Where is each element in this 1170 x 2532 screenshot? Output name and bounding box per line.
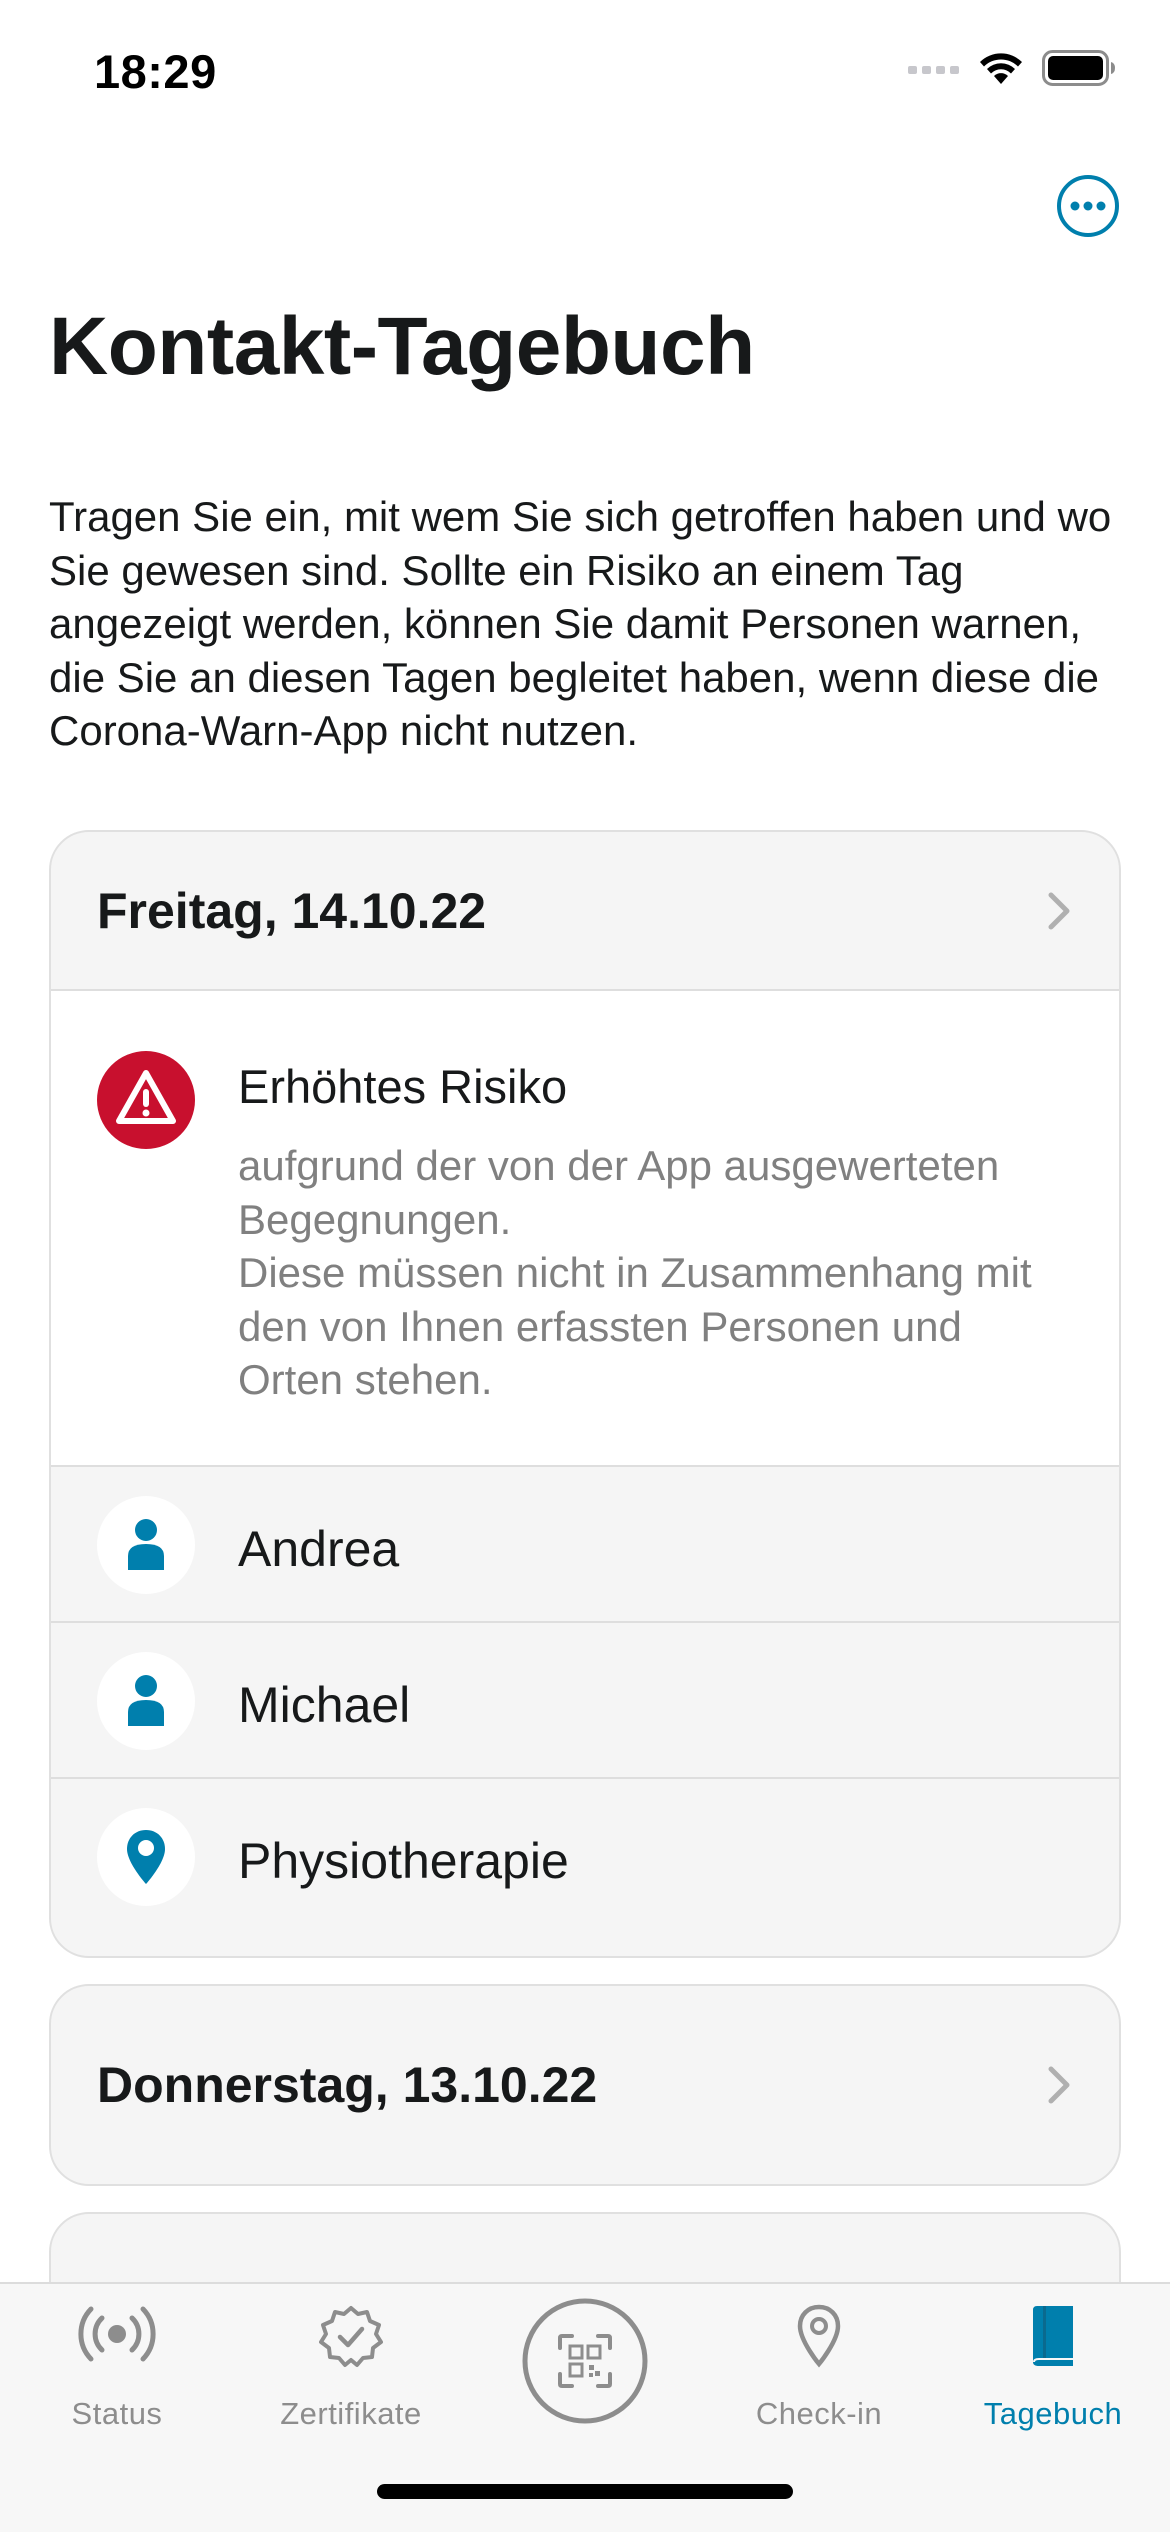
ellipsis-circle-icon xyxy=(1057,175,1119,237)
day-header[interactable]: Freitag, 14.10.22 xyxy=(51,832,1119,989)
tab-label: Zertifikate xyxy=(280,2396,422,2431)
location-pin-icon xyxy=(97,1808,195,1906)
tab-zertifikate[interactable]: Zertifikate xyxy=(234,2284,468,2454)
scan-qr-button[interactable] xyxy=(522,2298,648,2424)
person-icon xyxy=(97,1652,195,1750)
entry-label: Physiotherapie xyxy=(238,1833,569,1889)
risk-section: Erhöhtes Risiko aufgrund der von der App… xyxy=(51,989,1119,1467)
risk-title: Erhöhtes Risiko xyxy=(238,1060,568,1113)
more-options-button[interactable] xyxy=(1056,174,1120,238)
day-header[interactable]: Donnerstag, 13.10.22 xyxy=(51,1986,1119,2184)
risk-description: aufgrund der von der App ausgewerteten B… xyxy=(238,1139,1068,1407)
qr-scan-icon xyxy=(522,2298,648,2424)
day-date: Donnerstag, 13.10.22 xyxy=(97,2057,598,2113)
entry-label: Michael xyxy=(238,1677,411,1733)
chevron-right-icon xyxy=(1048,2066,1070,2104)
risk-description-text: aufgrund der von der App ausgewerteten B… xyxy=(238,1142,1032,1403)
status-time: 18:29 xyxy=(94,45,217,98)
day-card: Donnerstag, 13.10.22 xyxy=(49,1984,1121,2186)
day-card: Freitag, 14.10.22 Erhöhtes Risiko aufgru… xyxy=(49,830,1121,1958)
certificate-icon xyxy=(319,2306,383,2367)
diary-icon xyxy=(1033,2306,1073,2366)
intro-text: Tragen Sie ein, mit wem Sie sich getroff… xyxy=(49,493,1112,754)
location-pin-icon xyxy=(797,2304,841,2368)
list-item[interactable]: Physiotherapie xyxy=(51,1779,1119,1949)
tab-label: Status xyxy=(71,2396,163,2431)
status-bar: 18:29 xyxy=(0,0,1170,140)
person-icon xyxy=(97,1496,195,1594)
tab-status[interactable]: Status xyxy=(0,2284,234,2454)
tab-label: Tagebuch xyxy=(983,2396,1123,2431)
battery-icon xyxy=(1042,50,1115,86)
day-date: Freitag, 14.10.22 xyxy=(97,882,487,939)
tab-tagebuch[interactable]: Tagebuch xyxy=(936,2284,1170,2454)
cellular-signal-icon xyxy=(908,66,959,74)
tab-label: Check-in xyxy=(755,2396,883,2431)
home-indicator[interactable] xyxy=(377,2484,793,2499)
list-item[interactable]: Andrea xyxy=(51,1467,1119,1623)
wifi-icon xyxy=(980,53,1022,84)
page-title: Kontakt-Tagebuch xyxy=(49,301,755,392)
tab-check-in[interactable]: Check-in xyxy=(702,2284,936,2454)
list-item[interactable]: Michael xyxy=(51,1623,1119,1779)
status-icons xyxy=(908,50,1116,86)
entry-label: Andrea xyxy=(238,1521,400,1577)
warning-icon xyxy=(97,1051,195,1149)
chevron-right-icon xyxy=(1048,892,1070,929)
status-icon xyxy=(78,2306,156,2362)
